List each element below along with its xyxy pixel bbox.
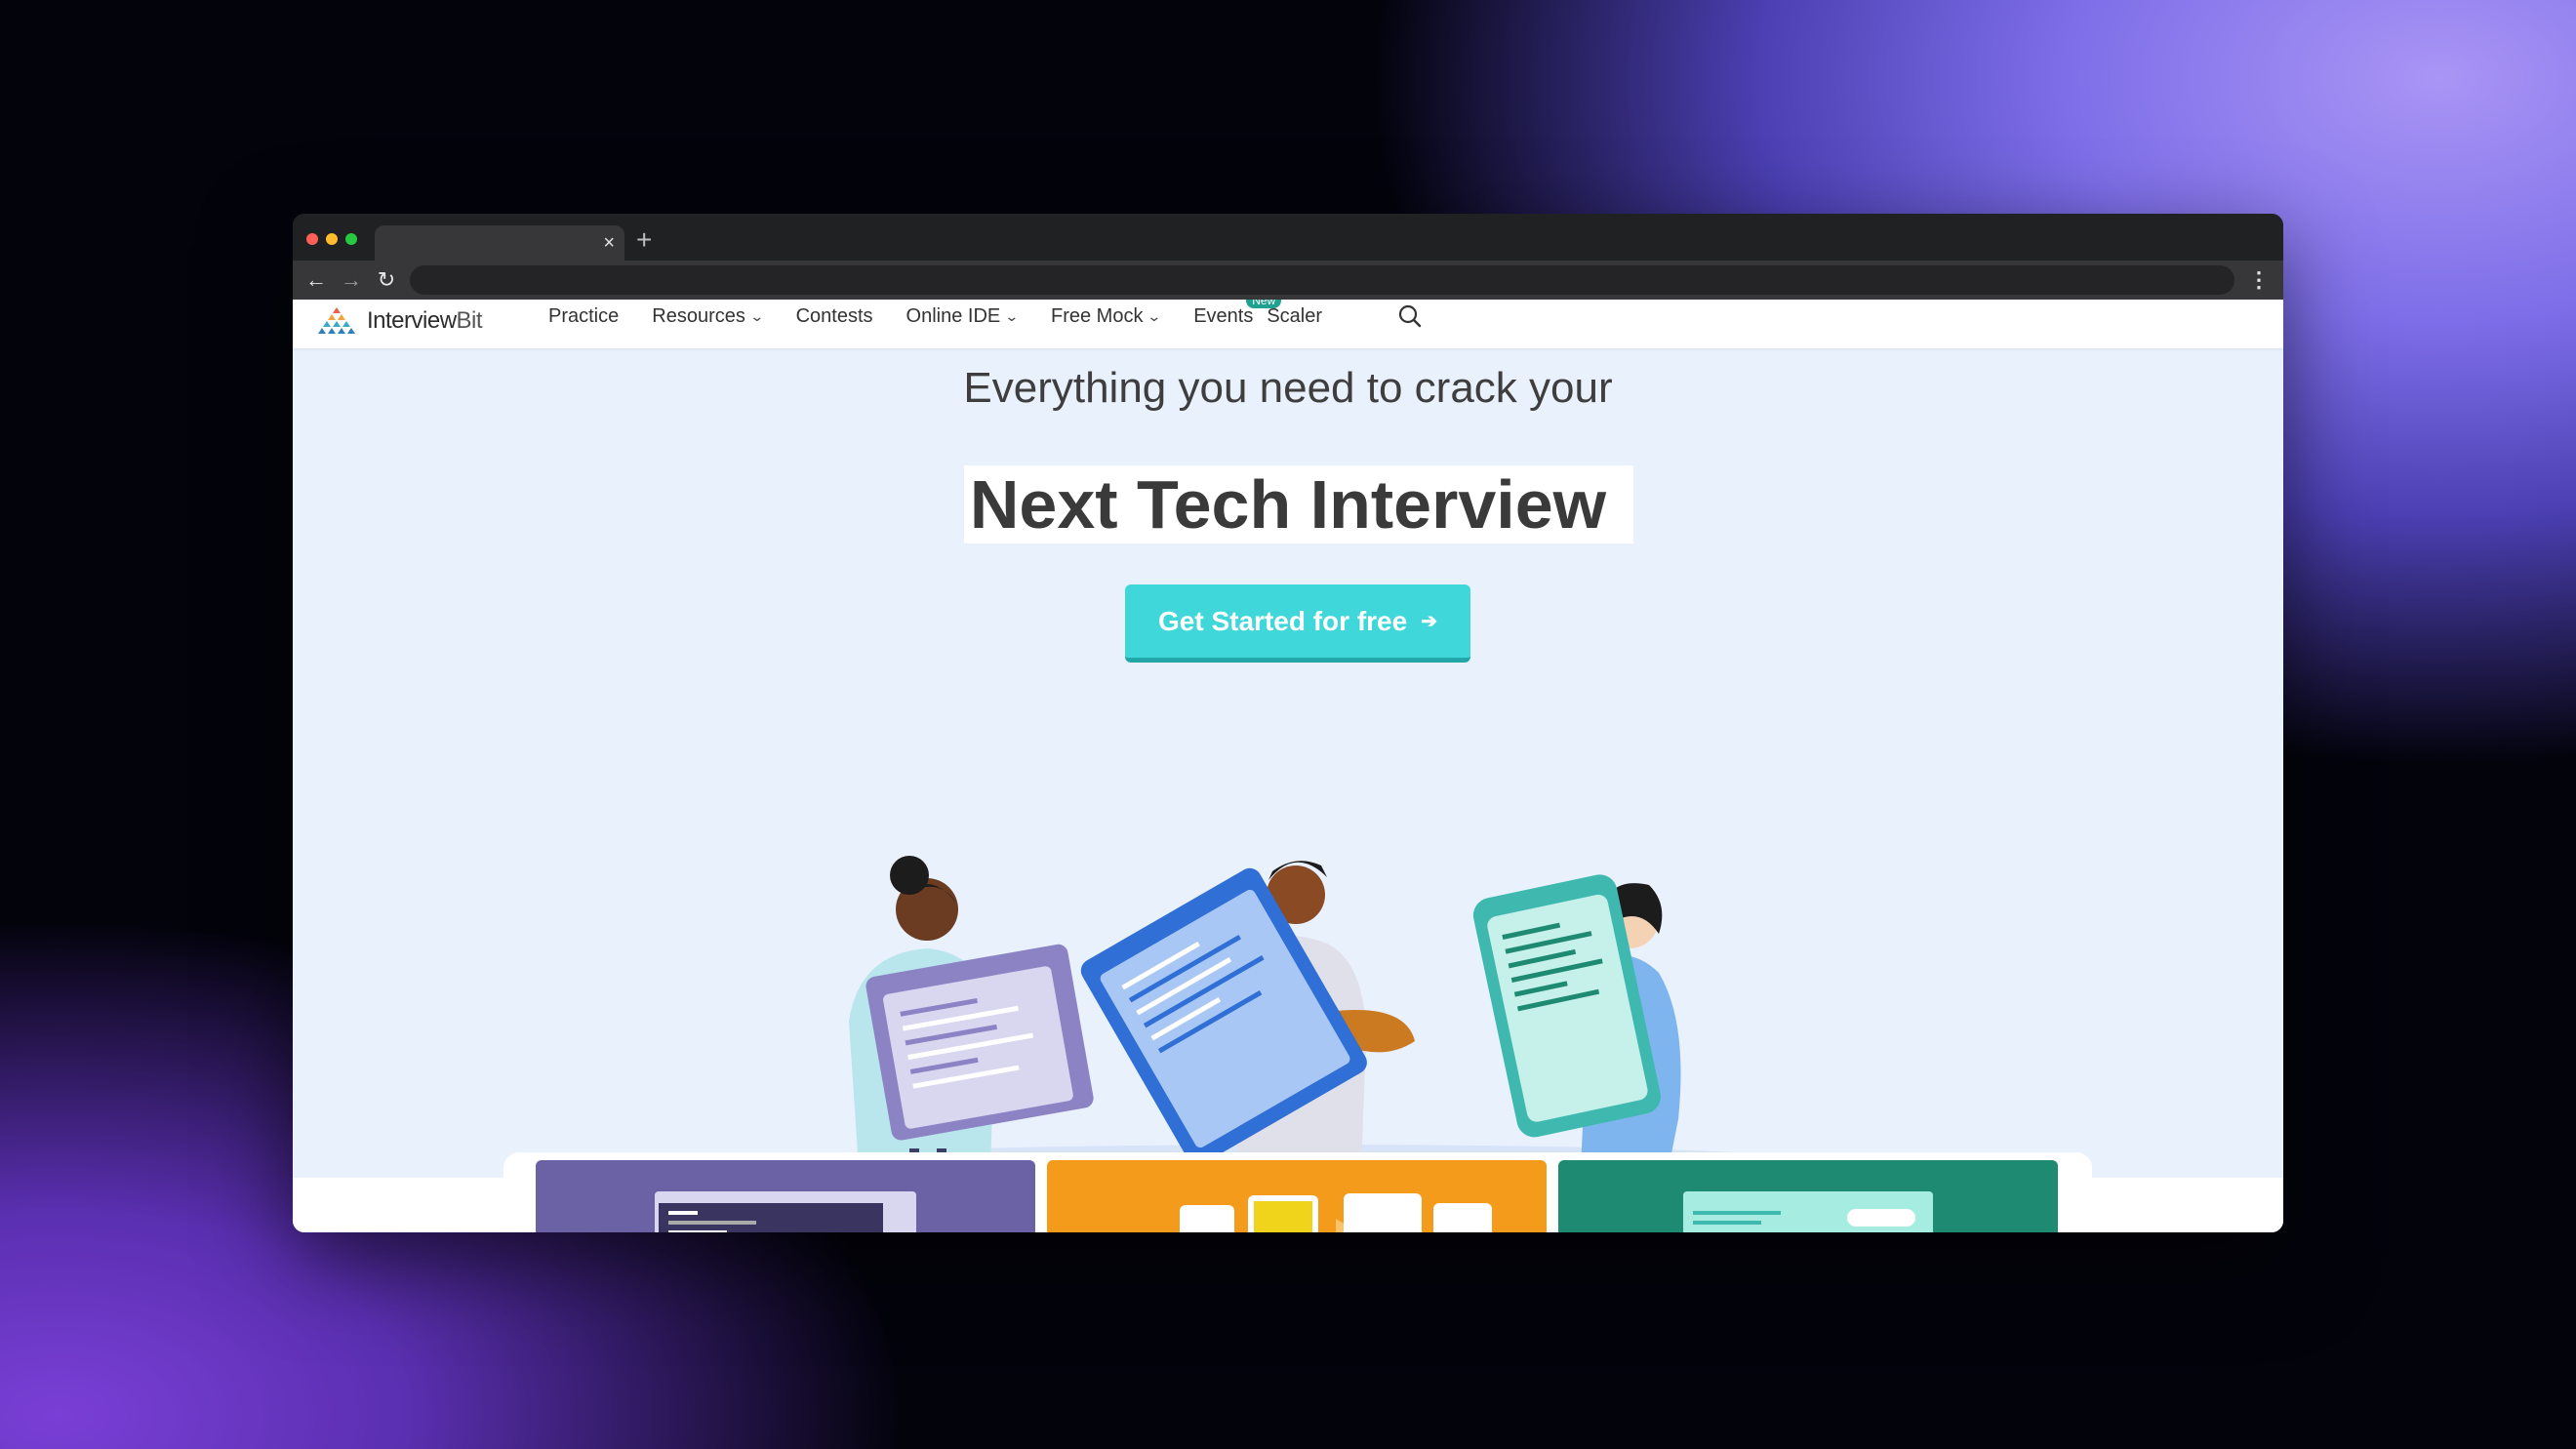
- feature-card-practice[interactable]: [536, 1160, 1035, 1232]
- nav-label: Contests: [795, 304, 873, 327]
- chevron-down-icon: ⌄: [1147, 307, 1162, 324]
- nav-practice[interactable]: Practice: [548, 305, 619, 328]
- new-tab-button[interactable]: +: [636, 225, 652, 255]
- minimize-window-button[interactable]: [326, 233, 338, 245]
- logo-wordmark: InterviewBit: [367, 307, 483, 335]
- languages-illustration: [1180, 1193, 1492, 1232]
- nav-label: Scaler: [1267, 304, 1323, 327]
- mock-interview-illustration: [1683, 1191, 1933, 1232]
- logo-mark-icon: [318, 307, 355, 334]
- arrow-right-icon: ➔: [1421, 611, 1437, 632]
- interviewbit-logo[interactable]: InterviewBit: [312, 303, 483, 339]
- nav-label: Resources: [652, 304, 745, 327]
- search-icon[interactable]: [1395, 302, 1425, 331]
- nav-label: Events: [1193, 304, 1254, 327]
- cta-label: Get Started for free: [1158, 605, 1408, 636]
- chevron-down-icon: ⌄: [1004, 307, 1020, 324]
- back-arrow-icon[interactable]: ←: [302, 266, 330, 294]
- maximize-window-button[interactable]: [345, 233, 357, 245]
- page-viewport: InterviewBit Practice Resources ⌄ Contest…: [293, 300, 2283, 1232]
- feature-card-mock[interactable]: [1558, 1160, 2058, 1232]
- main-nav: Practice Resources ⌄ Contests Online IDE ⌄…: [548, 300, 1355, 333]
- browser-window: × + ← → ↻ ⋮ InterviewBit Practice Resour…: [293, 214, 2283, 1232]
- browser-toolbar: ← → ↻ ⋮: [293, 261, 2283, 300]
- hero-title: Next Tech Interview: [969, 466, 1607, 543]
- nav-label: Free Mock: [1050, 304, 1144, 327]
- logo-text-interview: Interview: [367, 307, 457, 334]
- window-controls: [306, 233, 357, 245]
- tab-bar: × +: [293, 214, 2283, 261]
- hero-subtitle: Everything you need to crack your: [963, 364, 1613, 412]
- address-bar[interactable]: [410, 265, 2234, 295]
- nav-label: Online IDE: [906, 304, 1001, 327]
- nav-contests[interactable]: Contests: [796, 305, 873, 328]
- code-editor-illustration: [655, 1191, 916, 1232]
- nav-scaler[interactable]: Scaler: [1267, 305, 1322, 328]
- close-window-button[interactable]: [306, 233, 318, 245]
- browser-menu-icon[interactable]: ⋮: [2248, 265, 2270, 295]
- nav-free-mock[interactable]: Free Mock ⌄: [1050, 304, 1162, 328]
- chevron-down-icon: ⌄: [749, 307, 765, 324]
- nav-resources[interactable]: Resources ⌄: [652, 304, 765, 328]
- nav-events[interactable]: Events New: [1193, 300, 1282, 328]
- feature-card-languages[interactable]: [1047, 1160, 1547, 1232]
- browser-tab[interactable]: ×: [375, 225, 624, 261]
- logo-text-bit: Bit: [456, 307, 483, 334]
- nav-online-ide[interactable]: Online IDE ⌄: [906, 304, 1020, 328]
- tab-close-icon[interactable]: ×: [603, 229, 615, 257]
- hero-illustration: [839, 856, 1776, 1168]
- nav-label: Practice: [548, 304, 620, 327]
- screen-left-illustration: [865, 944, 1094, 1141]
- site-navbar: InterviewBit Practice Resources ⌄ Contest…: [293, 300, 2283, 348]
- reload-icon[interactable]: ↻: [373, 266, 400, 294]
- forward-arrow-icon[interactable]: →: [338, 266, 365, 294]
- get-started-button[interactable]: Get Started for free ➔: [1125, 584, 1470, 663]
